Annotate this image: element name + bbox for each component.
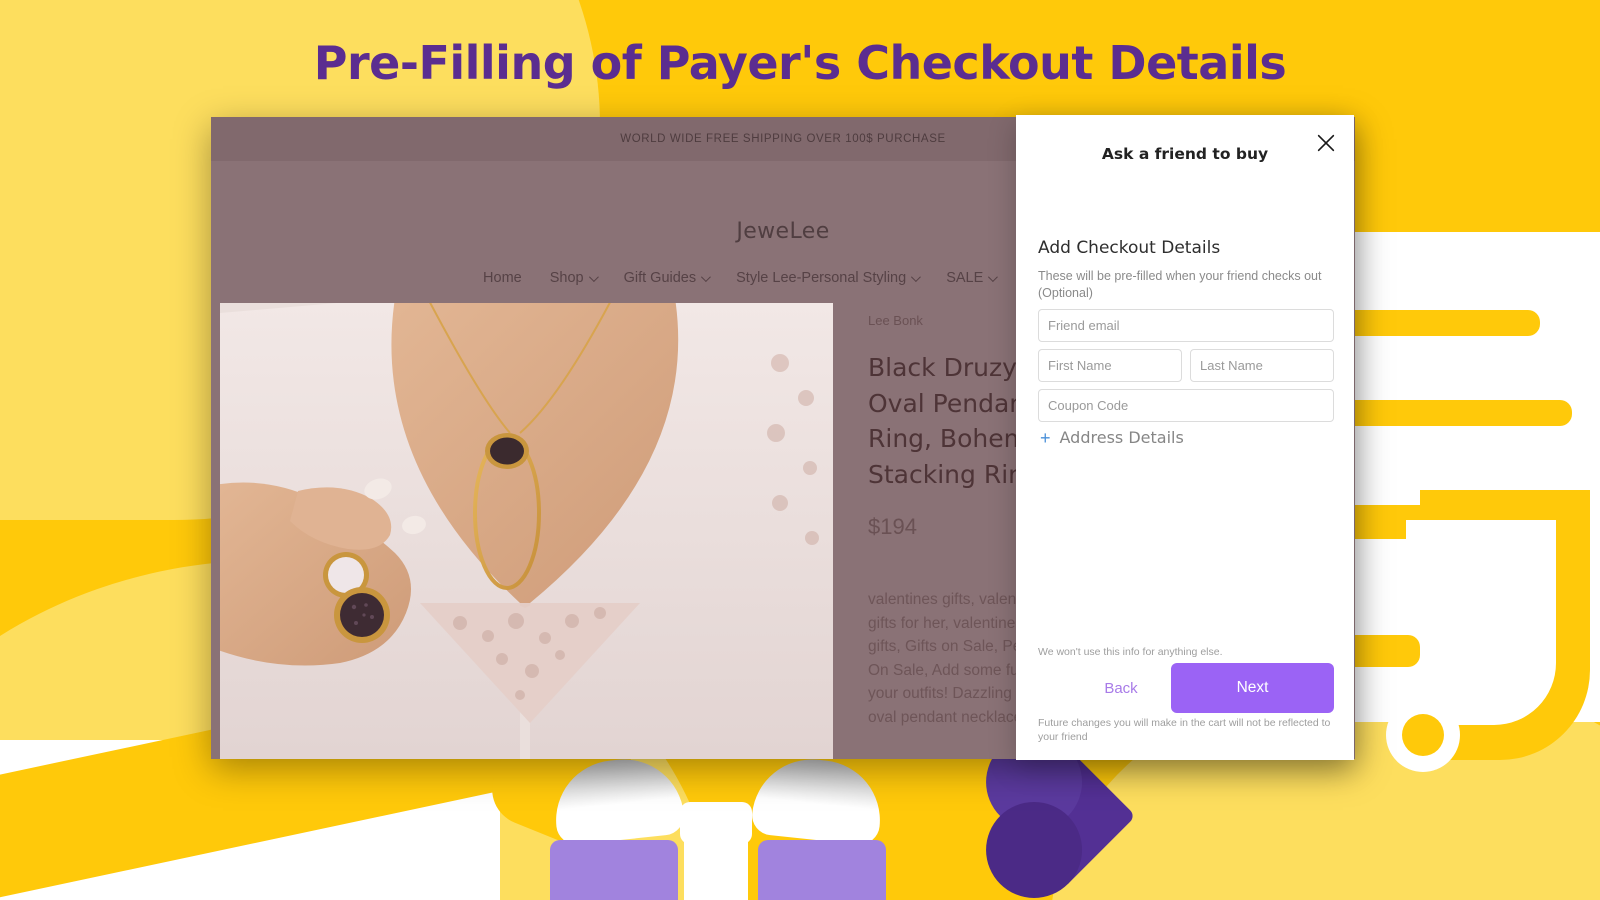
cart-body-inner (1406, 520, 1556, 725)
friend-email-placeholder: Friend email (1048, 318, 1120, 333)
modal-title: Ask a friend to buy (1101, 145, 1269, 163)
nav-item-shop[interactable]: Shop (549, 270, 599, 286)
coupon-code-field[interactable]: Coupon Code (1038, 389, 1334, 422)
product-photo (220, 303, 833, 759)
next-button[interactable]: Next (1171, 663, 1334, 713)
cart-line-1 (1340, 310, 1540, 336)
nav-label: Style Lee-Personal Styling (736, 270, 907, 286)
nav-item-gift-guides[interactable]: Gift Guides (623, 270, 711, 286)
first-name-field[interactable]: First Name (1038, 349, 1182, 382)
gift-ribbon (684, 838, 748, 900)
section-title: Add Checkout Details (1038, 238, 1221, 258)
cart-wheel-icon (1386, 698, 1460, 772)
nav-item-sale[interactable]: SALE (946, 270, 999, 286)
product-photo-illustration (220, 303, 833, 759)
nav-label: SALE (946, 270, 984, 286)
gift-bow-left (550, 753, 686, 847)
last-name-field[interactable]: Last Name (1190, 349, 1334, 382)
chevron-down-icon (588, 271, 599, 282)
plus-icon: + (1040, 427, 1051, 448)
address-details-label: Address Details (1059, 428, 1184, 447)
gift-box-illustration (548, 753, 888, 900)
page-title: Pre-Filling of Payer's Checkout Details (313, 36, 1287, 90)
chevron-down-icon (701, 271, 711, 282)
coupon-code-placeholder: Coupon Code (1048, 398, 1129, 413)
ask-a-friend-modal: Ask a friend to buy Add Checkout Details… (1016, 115, 1354, 760)
poster-stage: Pre-Filling of Payer's Checkout Details … (0, 0, 1600, 900)
last-name-placeholder: Last Name (1200, 358, 1263, 373)
gift-box-right (758, 840, 886, 900)
nav-item-style-lee[interactable]: Style Lee-Personal Styling (736, 270, 922, 286)
back-button[interactable]: Back (1056, 663, 1186, 713)
nav-label: Shop (549, 270, 584, 286)
chevron-down-icon (988, 271, 999, 282)
nav-item-home[interactable]: Home (483, 270, 522, 286)
nav-label: Home (483, 270, 522, 286)
address-details-toggle[interactable]: + Address Details (1040, 428, 1184, 447)
gift-box-left (550, 840, 678, 900)
gift-bow-right (750, 753, 886, 847)
section-subtitle: These will be pre-filled when your frien… (1038, 269, 1322, 300)
close-icon[interactable] (1308, 125, 1344, 161)
first-name-placeholder: First Name (1048, 358, 1112, 373)
chevron-down-icon (911, 271, 922, 282)
nav-label: Gift Guides (623, 270, 697, 286)
footer-note: Future changes you will make in the cart… (1038, 717, 1331, 744)
site-announcement-text: WORLD WIDE FREE SHIPPING OVER 100$ PURCH… (620, 133, 946, 145)
friend-email-field[interactable]: Friend email (1038, 309, 1334, 342)
privacy-note: We won't use this info for anything else… (1038, 646, 1223, 658)
